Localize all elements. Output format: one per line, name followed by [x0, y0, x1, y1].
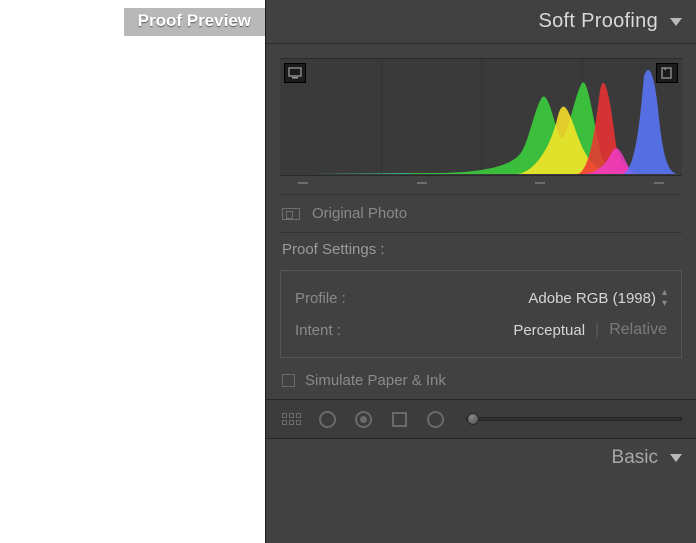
point-tool-1[interactable] — [316, 408, 338, 430]
histogram-curves — [280, 59, 682, 175]
proof-preview-badge: Proof Preview — [124, 8, 265, 36]
intent-perceptual-button[interactable]: Perceptual — [513, 322, 585, 339]
slider-knob[interactable] — [467, 413, 479, 425]
updown-icon: ▴▾ — [662, 287, 667, 309]
proof-settings-heading: Proof Settings : — [266, 233, 696, 264]
crop-tool[interactable] — [388, 408, 410, 430]
point-tool-2[interactable] — [352, 408, 374, 430]
tool-strip — [266, 399, 696, 439]
panel-title: Soft Proofing — [538, 10, 658, 33]
point-tool-3[interactable] — [424, 408, 446, 430]
chevron-down-icon — [670, 454, 682, 462]
soft-proofing-panel: Soft Proofing — [265, 0, 696, 543]
checkbox-icon — [282, 374, 295, 387]
chevron-down-icon — [670, 18, 682, 26]
histogram-region-indicators — [280, 176, 682, 194]
simulate-paper-ink-checkbox[interactable]: Simulate Paper & Ink — [266, 370, 696, 399]
grid-view-button[interactable] — [280, 408, 302, 430]
panel-header[interactable]: Soft Proofing — [266, 0, 696, 44]
separator: | — [595, 321, 599, 339]
proof-settings-box: Profile : Adobe RGB (1998) ▴▾ Intent : P… — [280, 270, 682, 358]
histogram — [280, 58, 682, 176]
intent-label: Intent : — [295, 322, 341, 339]
original-photo-button[interactable]: Original Photo — [266, 195, 696, 232]
profile-dropdown[interactable]: Adobe RGB (1998) ▴▾ — [528, 287, 667, 309]
simulate-label: Simulate Paper & Ink — [305, 372, 446, 389]
basic-title: Basic — [612, 447, 658, 469]
intent-relative-button[interactable]: Relative — [609, 321, 667, 339]
profile-value: Adobe RGB (1998) — [528, 290, 656, 307]
original-photo-icon — [282, 208, 300, 220]
zoom-slider[interactable] — [466, 417, 682, 421]
original-photo-label: Original Photo — [312, 205, 407, 222]
profile-label: Profile : — [295, 290, 346, 307]
basic-panel-header[interactable]: Basic — [266, 439, 696, 477]
